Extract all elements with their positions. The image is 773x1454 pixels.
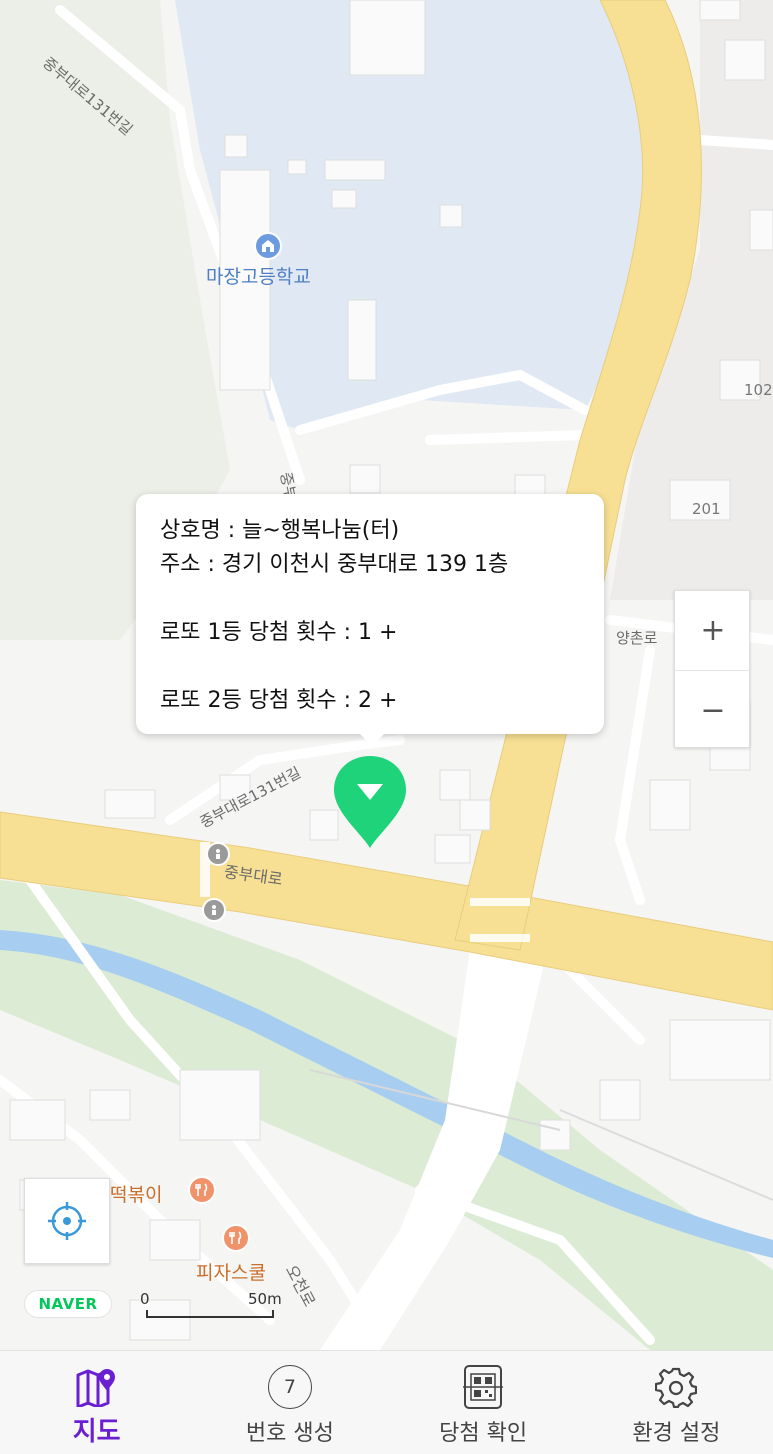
zoom-out-button[interactable]: −	[675, 670, 751, 749]
school-label: 마장고등학교	[206, 266, 311, 288]
road-label-yangchon: 양촌로	[616, 629, 658, 647]
qr-scan-icon	[461, 1365, 505, 1409]
tab-settings[interactable]: 환경 설정	[580, 1351, 773, 1454]
zoom-in-button[interactable]: +	[675, 591, 751, 670]
restaurant-icon[interactable]	[188, 1176, 216, 1204]
building-number-201: 201	[692, 500, 721, 518]
restaurant-icon[interactable]	[222, 1224, 250, 1252]
crosshair-icon	[48, 1202, 86, 1240]
store-name: 상호명 : 늘~행복나눔(터)	[160, 518, 400, 543]
naver-logo: NAVER	[24, 1290, 112, 1318]
building-number-102: 102	[744, 381, 773, 399]
popup-spacer	[160, 582, 582, 616]
zoom-control: + −	[674, 590, 751, 749]
poi-label-tteokbokki: 떡볶이	[110, 1184, 163, 1206]
tab-generate-numbers-label: 번호 생성	[245, 1421, 334, 1446]
store-info-popup[interactable]: 상호명 : 늘~행복나눔(터) 주소 : 경기 이천시 중부대로 139 1층 …	[136, 494, 604, 746]
tab-generate-numbers[interactable]: 7 번호 생성	[193, 1351, 386, 1454]
second-prize-count: 로또 2등 당첨 횟수 : 2 +	[160, 688, 398, 713]
store-marker-icon[interactable]	[332, 754, 408, 850]
pedestrian-icon[interactable]	[202, 898, 226, 922]
tab-check-win-label: 당첨 확인	[439, 1421, 528, 1446]
map-pin-icon	[75, 1365, 119, 1409]
number-circle-value: 7	[267, 1365, 312, 1409]
tab-settings-label: 환경 설정	[632, 1421, 721, 1446]
number-circle-icon: 7	[267, 1365, 312, 1409]
school-icon[interactable]	[254, 232, 282, 260]
map-view[interactable]: 마장고등학교 중부대로131번길 중부 중부대로131번길 중부대로 양촌로 오…	[0, 0, 773, 1350]
bottom-tab-bar: 지도 7 번호 생성 당첨 확인 환경 설정	[0, 1350, 773, 1454]
scale-end: 50m	[248, 1290, 282, 1308]
poi-label-pizza-school: 피자스쿨	[196, 1262, 266, 1284]
first-prize-count: 로또 1등 당첨 횟수 : 1 +	[160, 620, 398, 645]
current-location-button[interactable]	[24, 1178, 110, 1264]
tab-check-win[interactable]: 당첨 확인	[387, 1351, 580, 1454]
map-scale: 0 50m	[140, 1290, 290, 1320]
gear-icon	[654, 1365, 698, 1409]
store-address: 주소 : 경기 이천시 중부대로 139 1층	[160, 552, 509, 577]
scale-bar	[146, 1310, 274, 1318]
popup-spacer	[160, 650, 582, 684]
pedestrian-icon[interactable]	[206, 842, 230, 866]
scale-start: 0	[140, 1290, 150, 1308]
tab-map-label: 지도	[72, 1417, 121, 1447]
tab-map[interactable]: 지도	[0, 1351, 193, 1454]
